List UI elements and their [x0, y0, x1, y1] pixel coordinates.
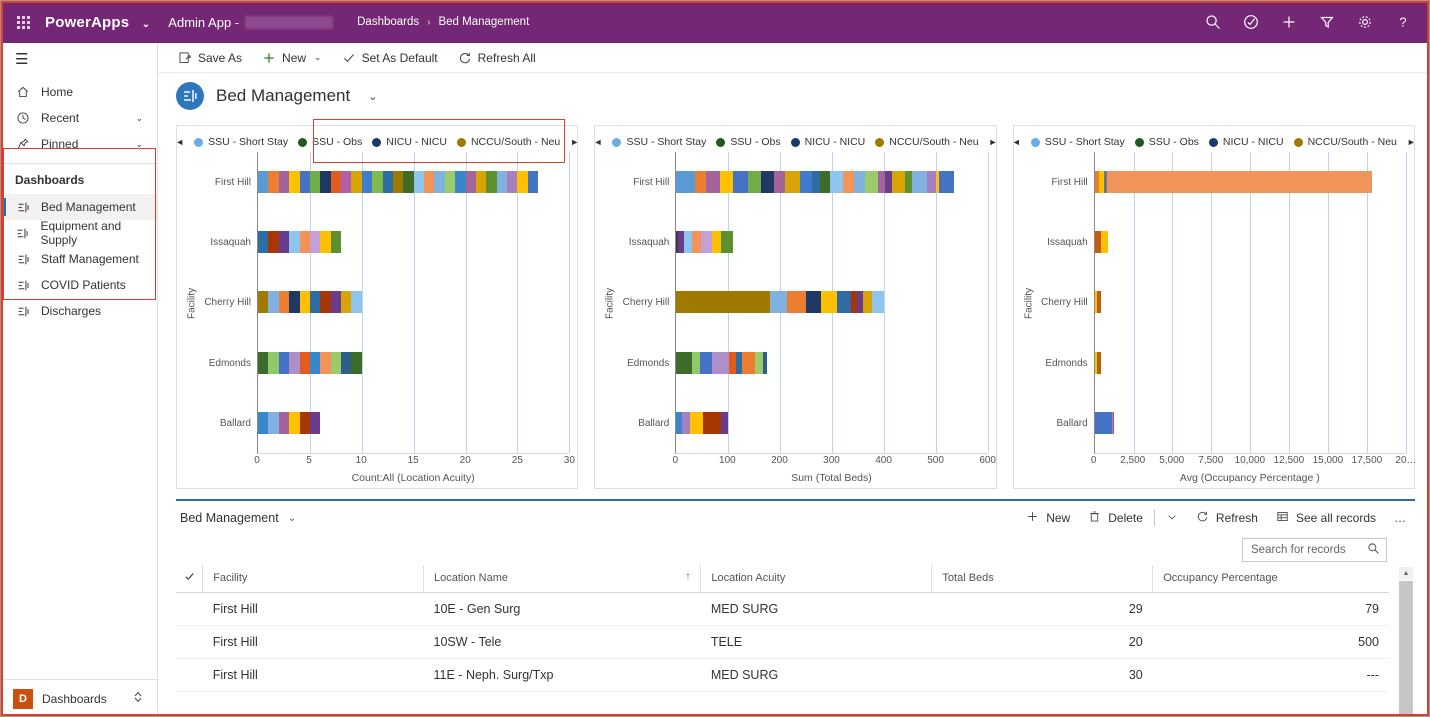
- screenshot-border-highlight: [1, 1, 1429, 716]
- power-apps-window: PowerApps ⌄ Admin App - Dashboards › Bed…: [0, 0, 1430, 717]
